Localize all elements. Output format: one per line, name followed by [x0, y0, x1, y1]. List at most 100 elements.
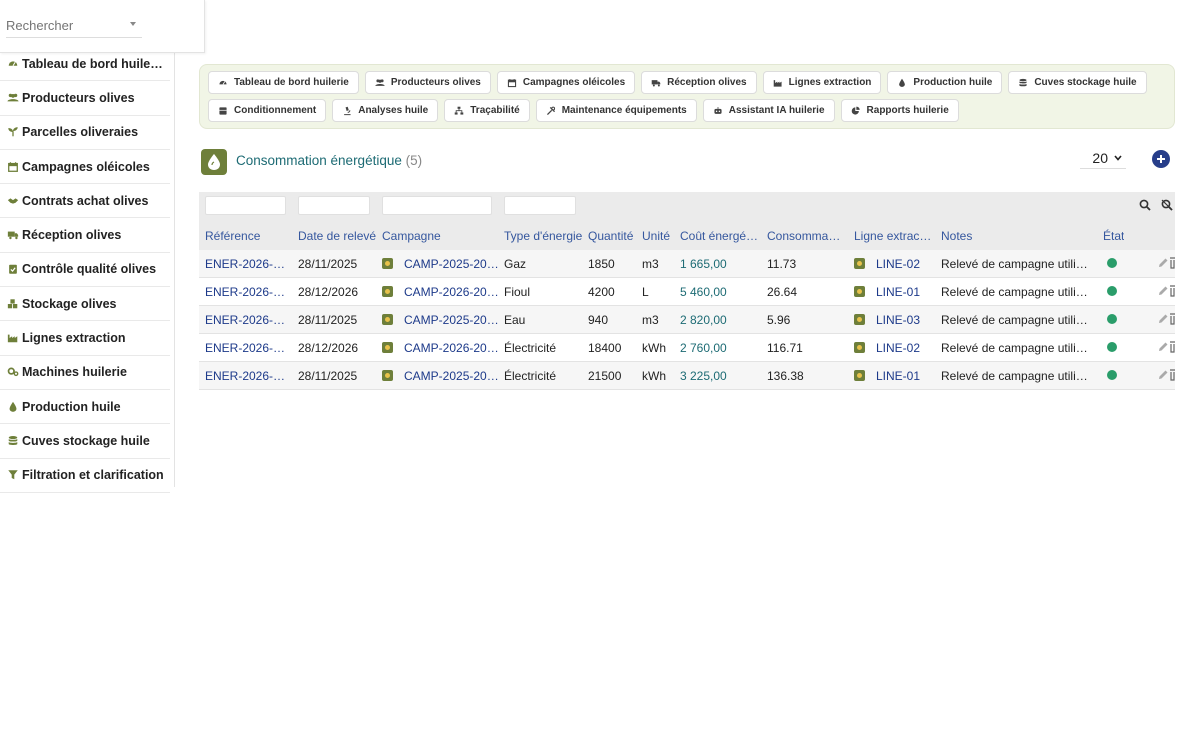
extraction-line-icon	[854, 342, 865, 353]
industry-icon	[773, 78, 783, 88]
tools-icon	[546, 106, 556, 116]
topmenu-lignes-extraction-button[interactable]: Lignes extraction	[762, 71, 882, 94]
topmenu-r-ception-olives-button[interactable]: Réception olives	[641, 71, 757, 94]
sidebar-item-production-huile[interactable]: Production huile	[0, 390, 170, 425]
topmenu-tra-abilit--button[interactable]: Traçabilité	[444, 99, 530, 122]
gauge-icon	[6, 58, 20, 70]
unit-cell: kWh	[642, 341, 666, 355]
consumption-cell: 116.71	[767, 341, 803, 355]
sidebar-item-campagnes-ol-icoles[interactable]: Campagnes oléicoles	[0, 150, 170, 185]
column-header[interactable]: Référence	[205, 229, 260, 243]
edit-pencil-icon[interactable]	[1157, 257, 1169, 272]
table-row[interactable]: ENER-2026-002 28/12/2026 CAMP-2026-2027 Éle…	[199, 334, 1175, 362]
topmenu-campagnes-ol-icoles-button[interactable]: Campagnes oléicoles	[496, 71, 636, 94]
topmenu-button-label: Conditionnement	[234, 105, 317, 116]
campagne-link[interactable]: CAMP-2026-2027	[404, 341, 499, 355]
search-input[interactable]	[6, 14, 142, 38]
chevron-down-icon	[1114, 154, 1122, 161]
campagne-link[interactable]: CAMP-2025-2026	[404, 369, 499, 383]
sidebar-item-lignes-extraction[interactable]: Lignes extraction	[0, 321, 170, 356]
reference-link[interactable]: ENER-2026-003	[205, 313, 290, 327]
sidebar-item-label: Producteurs olives	[22, 90, 135, 105]
sidebar-item-label: Parcelles oliveraies	[22, 125, 139, 140]
campagne-link[interactable]: CAMP-2026-2027	[404, 285, 499, 299]
table-row[interactable]: ENER-2026-004 28/12/2026 CAMP-2026-2027 Fio…	[199, 278, 1175, 306]
chevron-down-icon[interactable]	[130, 22, 136, 26]
campaign-icon	[382, 258, 393, 269]
column-header[interactable]: Quantité	[588, 229, 633, 243]
extraction-line-link[interactable]: LINE-01	[876, 285, 920, 299]
sidebar-item-r-ception-olives[interactable]: Réception olives	[0, 218, 170, 253]
topmenu-rapports-huilerie-button[interactable]: Rapports huilerie	[840, 99, 959, 122]
sidebar-item-cuves-stockage-huile[interactable]: Cuves stockage huile	[0, 424, 170, 459]
column-header[interactable]: État	[1103, 229, 1124, 243]
topmenu-maintenance-quipements-button[interactable]: Maintenance équipements	[535, 99, 697, 122]
column-header[interactable]: Coût énergétique	[680, 229, 760, 243]
sidebar-item-contr-le-qualit-olives[interactable]: Contrôle qualité olives	[0, 253, 170, 288]
database-icon	[1018, 78, 1028, 88]
campaign-icon	[382, 314, 393, 325]
page-size-select[interactable]: 20	[1080, 147, 1126, 169]
table-row[interactable]: ENER-2026-001 28/11/2025 CAMP-2025-2026 Éle…	[199, 362, 1175, 390]
filter-reference-input[interactable]	[205, 196, 286, 215]
cogs-icon	[6, 366, 20, 378]
sidebar-item-filtration-et-clarification[interactable]: Filtration et clarification	[0, 459, 170, 493]
extraction-line-link[interactable]: LINE-01	[876, 369, 920, 383]
reference-link[interactable]: ENER-2026-002	[205, 341, 290, 355]
reference-link[interactable]: ENER-2026-001	[205, 369, 290, 383]
reference-link[interactable]: ENER-2026-005	[205, 257, 290, 271]
edit-pencil-icon[interactable]	[1157, 369, 1169, 384]
filter-date-input[interactable]	[298, 196, 370, 215]
topmenu-conditionnement-button[interactable]: Conditionnement	[208, 99, 327, 122]
sidebar-item-stockage-olives[interactable]: Stockage olives	[0, 287, 170, 322]
delete-icon[interactable]	[1170, 341, 1175, 356]
topmenu-producteurs-olives-button[interactable]: Producteurs olives	[364, 71, 491, 94]
delete-icon[interactable]	[1170, 285, 1175, 300]
status-active-icon	[1107, 258, 1117, 268]
consumption-cell: 5.96	[767, 313, 791, 327]
column-header[interactable]: Date de relevé	[298, 229, 376, 243]
energy-type-cell: Fioul	[504, 285, 531, 299]
edit-pencil-icon[interactable]	[1157, 313, 1169, 328]
table-row[interactable]: ENER-2026-005 28/11/2025 CAMP-2025-2026 Gaz…	[199, 250, 1175, 278]
topmenu-assistant-ia-huilerie-button[interactable]: Assistant IA huilerie	[702, 99, 835, 122]
truck-icon	[651, 78, 661, 88]
campagne-link[interactable]: CAMP-2025-2026	[404, 313, 499, 327]
reference-link[interactable]: ENER-2026-004	[205, 285, 290, 299]
sidebar-item-contrats-achat-olives[interactable]: Contrats achat olives	[0, 184, 170, 219]
edit-pencil-icon[interactable]	[1157, 341, 1169, 356]
delete-icon[interactable]	[1170, 257, 1175, 272]
date-cell: 28/11/2025	[298, 369, 358, 383]
microscope-icon	[342, 106, 352, 116]
sidebar-item-parcelles-oliveraies[interactable]: Parcelles oliveraies	[0, 116, 170, 150]
topmenu-cuves-stockage-huile-button[interactable]: Cuves stockage huile	[1008, 71, 1147, 94]
campagne-link[interactable]: CAMP-2025-2026	[404, 257, 499, 271]
column-header[interactable]: Unité	[642, 229, 670, 243]
column-header[interactable]: Consommation	[767, 229, 843, 243]
topmenu-production-huile-button[interactable]: Production huile	[887, 71, 1003, 94]
column-header[interactable]: Campagne	[382, 229, 441, 243]
column-header[interactable]: Notes	[941, 229, 972, 243]
column-header[interactable]: Type d'énergie	[504, 229, 582, 243]
sidebar-menu: Tableau de bord huilerie Producteurs oliv…	[0, 47, 170, 493]
filter-campagne-input[interactable]	[382, 196, 492, 215]
add-record-button[interactable]	[1152, 150, 1170, 168]
delete-icon[interactable]	[1170, 313, 1175, 328]
clear-filter-icon[interactable]	[1161, 199, 1173, 211]
filter-type-input[interactable]	[504, 196, 576, 215]
edit-pencil-icon[interactable]	[1157, 285, 1169, 300]
extraction-line-link[interactable]: LINE-02	[876, 341, 920, 355]
cost-cell: 1 665,00	[680, 257, 727, 271]
search-icon[interactable]	[1139, 199, 1151, 211]
status-active-icon	[1107, 286, 1117, 296]
extraction-line-link[interactable]: LINE-02	[876, 257, 920, 271]
topmenu-analyses-huile-button[interactable]: Analyses huile	[332, 99, 439, 122]
sidebar-item-producteurs-olives[interactable]: Producteurs olives	[0, 81, 170, 116]
delete-icon[interactable]	[1170, 369, 1175, 384]
topmenu-tableau-de-bord-huilerie-button[interactable]: Tableau de bord huilerie	[208, 71, 359, 94]
date-cell: 28/11/2025	[298, 313, 358, 327]
extraction-line-link[interactable]: LINE-03	[876, 313, 920, 327]
sidebar-item-machines-huilerie[interactable]: Machines huilerie	[0, 356, 170, 390]
column-header[interactable]: Ligne extraction	[854, 229, 932, 243]
table-row[interactable]: ENER-2026-003 28/11/2025 CAMP-2025-2026 Eau…	[199, 306, 1175, 334]
